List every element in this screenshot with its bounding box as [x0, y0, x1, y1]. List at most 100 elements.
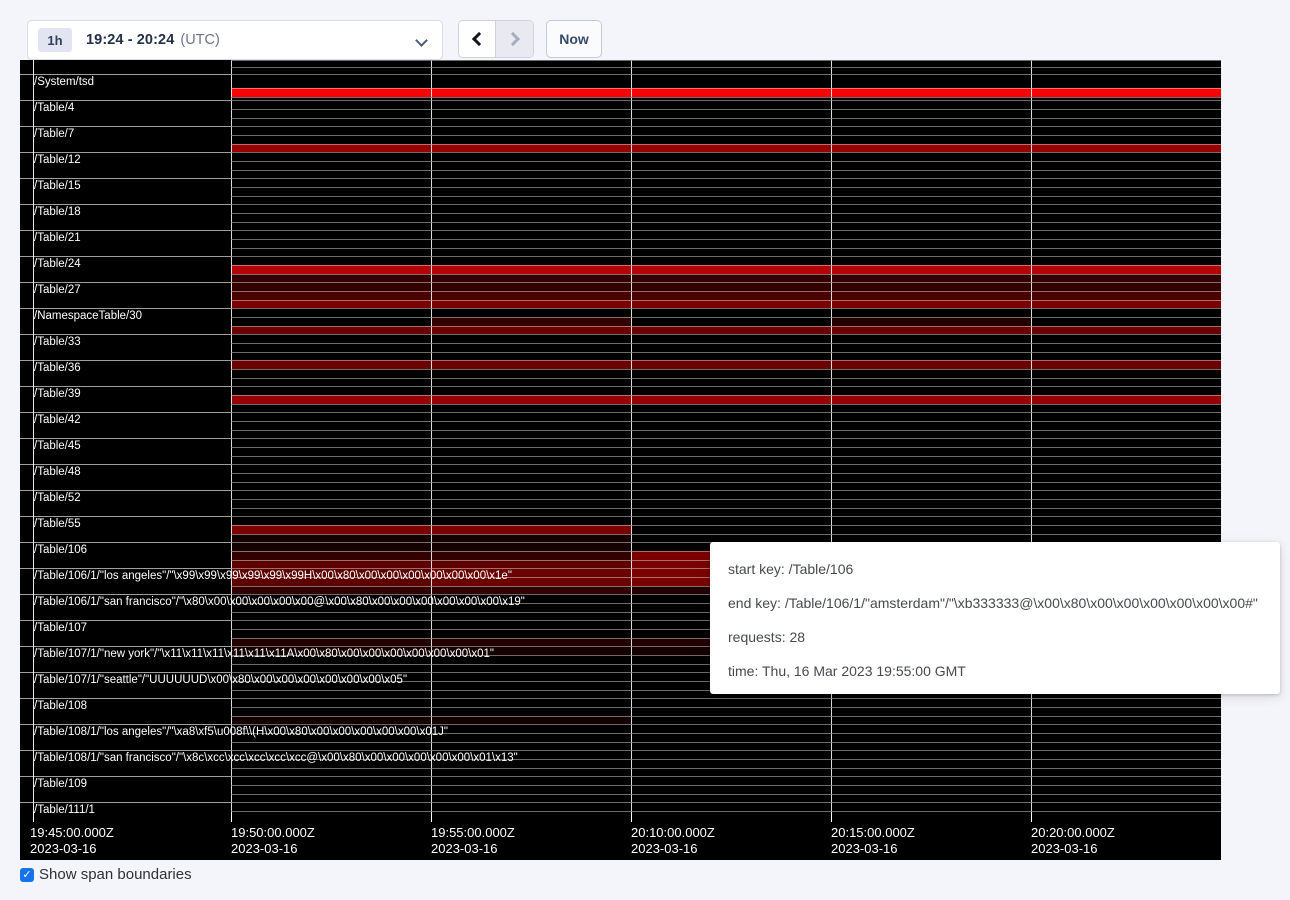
heatmap-row[interactable]	[20, 343, 1221, 352]
bucket-cell[interactable]	[631, 213, 831, 222]
bucket-cell[interactable]	[231, 716, 431, 724]
heatmap-row[interactable]	[20, 482, 1221, 490]
bucket-cell[interactable]	[20, 456, 231, 464]
bucket-cell[interactable]	[20, 603, 231, 612]
bucket-cell[interactable]	[20, 118, 231, 126]
bucket-cell[interactable]	[231, 603, 431, 612]
bucket-cell[interactable]	[1031, 100, 1221, 109]
bucket-cell[interactable]	[231, 317, 431, 326]
bucket-cell[interactable]	[231, 438, 431, 447]
bucket-cell[interactable]	[231, 516, 431, 525]
bucket-cell[interactable]	[631, 222, 831, 230]
bucket-cell[interactable]	[20, 395, 231, 404]
bucket-cell[interactable]	[20, 516, 231, 525]
bucket-cell[interactable]	[1031, 759, 1221, 768]
bucket-cell[interactable]	[431, 681, 631, 690]
bucket-cell[interactable]	[1031, 118, 1221, 126]
bucket-cell[interactable]	[20, 690, 231, 698]
bucket-cell[interactable]	[20, 74, 231, 88]
heatmap-row[interactable]	[20, 88, 1221, 97]
bucket-cell[interactable]	[831, 343, 1031, 352]
heatmap-row[interactable]	[20, 811, 1221, 820]
bucket-cell[interactable]	[631, 386, 831, 395]
bucket-cell[interactable]	[1031, 516, 1221, 525]
heatmap-row[interactable]	[20, 464, 1221, 473]
bucket-cell[interactable]	[631, 248, 831, 256]
bucket-cell[interactable]	[20, 300, 231, 308]
heatmap-row[interactable]	[20, 360, 1221, 369]
bucket-cell[interactable]	[631, 300, 831, 308]
bucket-cell[interactable]	[20, 508, 231, 516]
bucket-cell[interactable]	[831, 421, 1031, 430]
bucket-cell[interactable]	[631, 776, 831, 785]
bucket-cell[interactable]	[431, 421, 631, 430]
heatmap-row[interactable]	[20, 490, 1221, 499]
bucket-cell[interactable]	[20, 334, 231, 343]
bucket-cell[interactable]	[431, 282, 631, 291]
bucket-cell[interactable]	[631, 135, 831, 144]
bucket-cell[interactable]	[231, 88, 431, 97]
bucket-cell[interactable]	[20, 60, 231, 67]
bucket-cell[interactable]	[20, 178, 231, 187]
bucket-cell[interactable]	[231, 473, 431, 482]
heatmap-row[interactable]	[20, 742, 1221, 750]
bucket-cell[interactable]	[20, 638, 231, 646]
key-visualizer-heatmap[interactable]: /System/tsd/Table/4/Table/7/Table/12/Tab…	[20, 60, 1221, 860]
bucket-cell[interactable]	[631, 794, 831, 802]
bucket-cell[interactable]	[431, 551, 631, 560]
bucket-cell[interactable]	[831, 274, 1031, 282]
bucket-cell[interactable]	[831, 716, 1031, 724]
bucket-cell[interactable]	[431, 516, 631, 525]
bucket-cell[interactable]	[431, 60, 631, 67]
bucket-cell[interactable]	[431, 291, 631, 300]
heatmap-row[interactable]	[20, 222, 1221, 230]
bucket-cell[interactable]	[1031, 473, 1221, 482]
bucket-cell[interactable]	[231, 109, 431, 118]
heatmap-row[interactable]	[20, 187, 1221, 196]
bucket-cell[interactable]	[831, 67, 1031, 74]
bucket-cell[interactable]	[831, 230, 1031, 239]
bucket-cell[interactable]	[831, 525, 1031, 534]
bucket-cell[interactable]	[431, 334, 631, 343]
bucket-cell[interactable]	[231, 612, 431, 620]
bucket-cell[interactable]	[831, 438, 1031, 447]
bucket-cell[interactable]	[431, 300, 631, 308]
heatmap-row[interactable]	[20, 456, 1221, 464]
bucket-cell[interactable]	[231, 638, 431, 646]
prev-window-button[interactable]	[459, 21, 496, 57]
bucket-cell[interactable]	[631, 204, 831, 213]
bucket-cell[interactable]	[431, 67, 631, 74]
bucket-cell[interactable]	[831, 733, 1031, 742]
bucket-cell[interactable]	[631, 88, 831, 97]
bucket-cell[interactable]	[831, 100, 1031, 109]
bucket-cell[interactable]	[20, 360, 231, 369]
bucket-cell[interactable]	[431, 525, 631, 534]
bucket-cell[interactable]	[1031, 499, 1221, 508]
bucket-cell[interactable]	[20, 100, 231, 109]
bucket-cell[interactable]	[831, 698, 1031, 707]
bucket-cell[interactable]	[1031, 334, 1221, 343]
heatmap-row[interactable]	[20, 421, 1221, 430]
bucket-cell[interactable]	[631, 343, 831, 352]
bucket-cell[interactable]	[231, 594, 431, 603]
bucket-cell[interactable]	[431, 542, 631, 551]
bucket-cell[interactable]	[631, 716, 831, 724]
bucket-cell[interactable]	[631, 100, 831, 109]
bucket-cell[interactable]	[631, 508, 831, 516]
bucket-cell[interactable]	[20, 421, 231, 430]
bucket-cell[interactable]	[431, 473, 631, 482]
bucket-cell[interactable]	[20, 430, 231, 438]
heatmap-row[interactable]	[20, 334, 1221, 343]
heatmap-row[interactable]	[20, 716, 1221, 724]
bucket-cell[interactable]	[1031, 750, 1221, 759]
bucket-cell[interactable]	[231, 300, 431, 308]
bucket-cell[interactable]	[431, 534, 631, 542]
bucket-cell[interactable]	[431, 508, 631, 516]
heatmap-row[interactable]	[20, 438, 1221, 447]
bucket-cell[interactable]	[631, 447, 831, 456]
bucket-cell[interactable]	[1031, 525, 1221, 534]
bucket-cell[interactable]	[20, 716, 231, 724]
bucket-cell[interactable]	[231, 664, 431, 672]
bucket-cell[interactable]	[831, 248, 1031, 256]
bucket-cell[interactable]	[1031, 742, 1221, 750]
